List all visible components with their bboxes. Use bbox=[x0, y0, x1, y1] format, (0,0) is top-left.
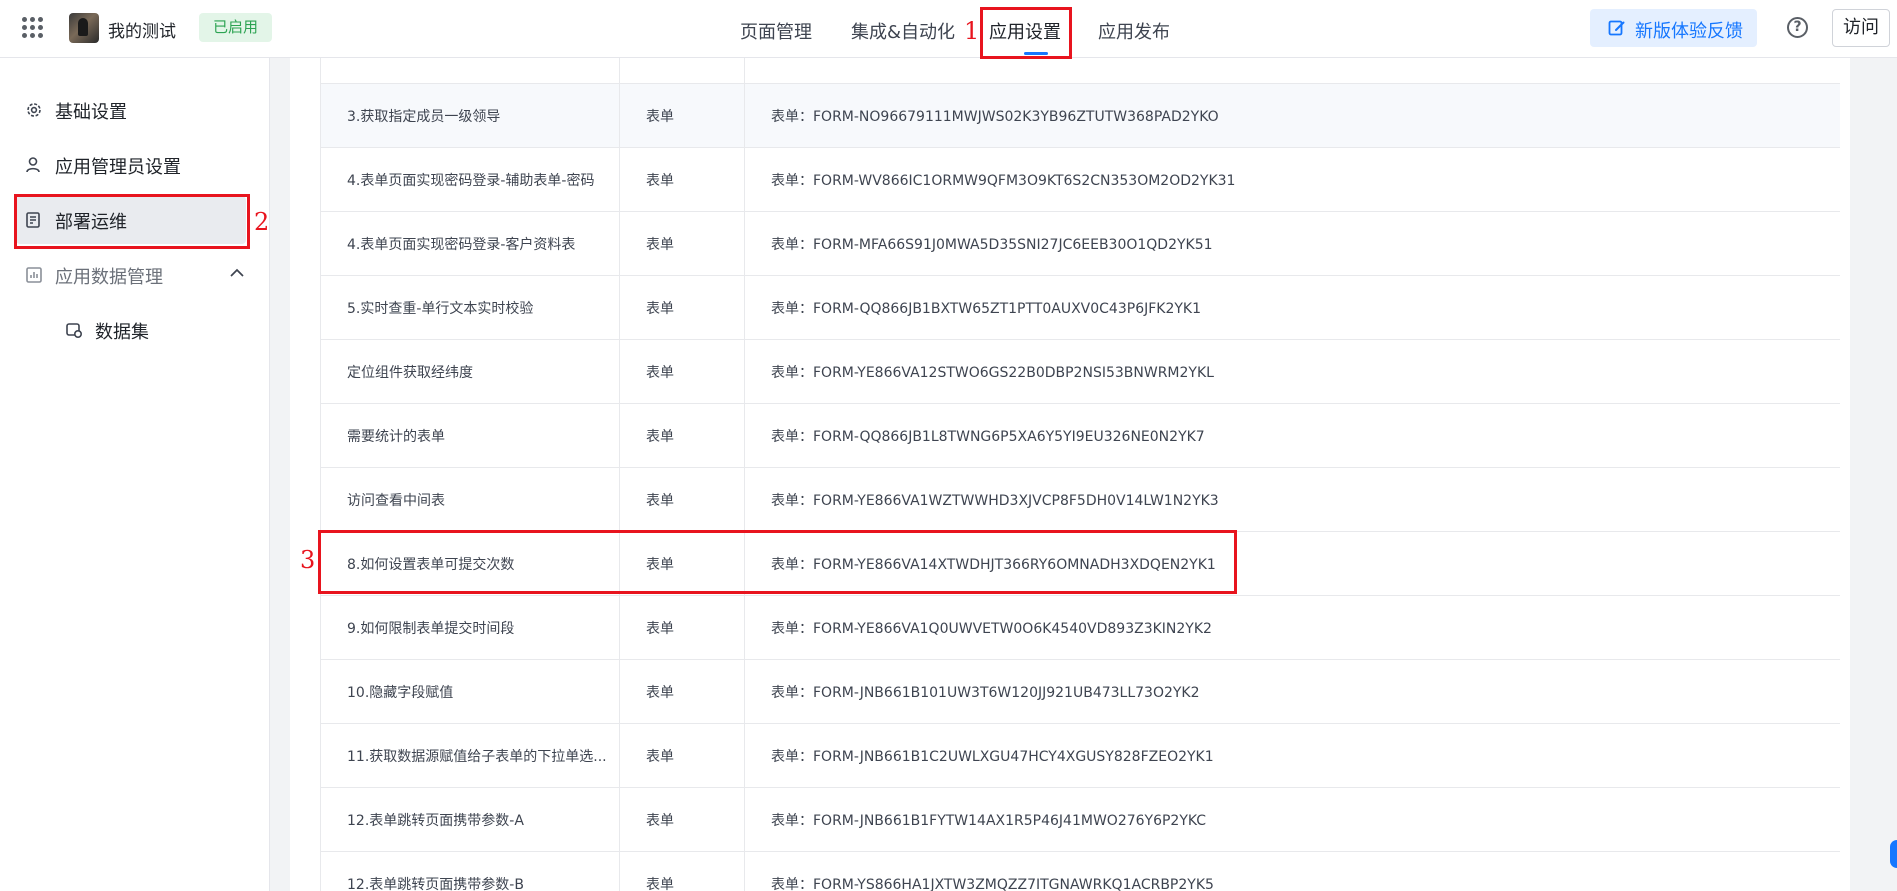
form-name-cell: 定位组件获取经纬度 bbox=[347, 365, 473, 381]
edit-icon bbox=[1608, 20, 1625, 36]
gear-icon bbox=[27, 103, 41, 117]
chevron-up-icon[interactable] bbox=[229, 268, 245, 278]
table-row[interactable]: 访问查看中间表 表单 表单：FORM-YE866VA1WZTWWHD3XJVCP8F… bbox=[320, 468, 1840, 532]
table-row[interactable]: 8.如何设置表单可提交次数 表单 表单：FORM-YE866VA14XTWDHJT3… bbox=[320, 532, 1840, 596]
form-name-cell: 12.表单跳转页面携带参数-A bbox=[347, 813, 524, 829]
form-type-cell: 表单 bbox=[646, 813, 674, 829]
app-grid-icon[interactable] bbox=[22, 17, 44, 39]
table-row[interactable]: 3.获取指定成员一级领导 表单 表单：FORM-NO96679111MWJWS02K… bbox=[320, 84, 1840, 148]
table-row[interactable]: 10.隐藏字段赋值 表单 表单：FORM-JNB661B101UW3T6W120JJ… bbox=[320, 660, 1840, 724]
dataset-icon bbox=[66, 323, 83, 339]
sidebar: 基础设置 应用管理员设置 部署运维 应用数据管理 数据集 bbox=[0, 58, 270, 891]
form-name-cell: 访问查看中间表 bbox=[347, 493, 445, 509]
form-type-cell: 表单 bbox=[646, 173, 674, 189]
table-row[interactable]: 5.实时查重-单行文本实时校验 表单 表单：FORM-QQ866JB1BXTW65Z… bbox=[320, 276, 1840, 340]
table-row[interactable]: 12.表单跳转页面携带参数-A 表单 表单：FORM-JNB661B1FYTW14A… bbox=[320, 788, 1840, 852]
form-name-cell: 4.表单页面实现密码登录-辅助表单-密码 bbox=[347, 173, 595, 189]
sidebar-item-label: 数据集 bbox=[95, 322, 149, 343]
form-type-cell: 表单 bbox=[646, 749, 674, 765]
sidebar-item-admin-settings[interactable]: 应用管理员设置 bbox=[16, 141, 246, 189]
form-name-cell: 12.表单跳转页面携带参数-B bbox=[347, 877, 524, 891]
sidebar-item-label: 基础设置 bbox=[55, 102, 127, 123]
form-code-cell: 表单：FORM-QQ866JB1L8TWNG6P5XA6Y5YI9EU326NE… bbox=[771, 429, 1205, 445]
form-code-cell: 表单：FORM-YE866VA1Q0UWVETW0O6K4540VD893Z3K… bbox=[771, 621, 1212, 637]
table-row[interactable]: 9.如何限制表单提交时间段 表单 表单：FORM-YE866VA1Q0UWVETW0… bbox=[320, 596, 1840, 660]
float-widget[interactable] bbox=[1890, 840, 1897, 868]
form-code-cell: 表单：FORM-JNB661B1C2UWLXGU47HCY4XGUSY828FZ… bbox=[771, 749, 1214, 765]
sidebar-item-deploy-ops[interactable]: 部署运维 bbox=[16, 196, 246, 244]
tab-integration-automation[interactable]: 集成&自动化 bbox=[851, 18, 955, 44]
form-type-cell: 表单 bbox=[646, 557, 674, 573]
sidebar-item-label: 应用管理员设置 bbox=[55, 157, 181, 178]
form-type-cell: 表单 bbox=[646, 365, 674, 381]
app-name: 我的测试 bbox=[108, 22, 176, 42]
form-name-cell: 8.如何设置表单可提交次数 bbox=[347, 557, 515, 573]
form-code-cell: 表单：FORM-WV866IC1ORMW9QFM3O9KT6S2CN353OM2… bbox=[771, 173, 1236, 189]
table-row-partial bbox=[320, 58, 1840, 84]
main-content: 3.获取指定成员一级领导 表单 表单：FORM-NO96679111MWJWS02K… bbox=[290, 58, 1850, 891]
data-icon bbox=[26, 267, 42, 283]
table-row[interactable]: 4.表单页面实现密码登录-辅助表单-密码 表单 表单：FORM-WV866IC1OR… bbox=[320, 148, 1840, 212]
sidebar-item-basic-settings[interactable]: 基础设置 bbox=[16, 86, 246, 134]
form-name-cell: 需要统计的表单 bbox=[347, 429, 445, 445]
form-code-cell: 表单：FORM-JNB661B101UW3T6W120JJ921UB473LL7… bbox=[771, 685, 1200, 701]
help-icon[interactable]: ? bbox=[1787, 17, 1808, 38]
active-tab-indicator bbox=[1024, 52, 1048, 55]
form-type-cell: 表单 bbox=[646, 877, 674, 891]
form-name-cell: 4.表单页面实现密码登录-客户资料表 bbox=[347, 237, 576, 253]
table-row[interactable]: 4.表单页面实现密码登录-客户资料表 表单 表单：FORM-MFA66S91J0MW… bbox=[320, 212, 1840, 276]
form-type-cell: 表单 bbox=[646, 621, 674, 637]
table-row[interactable]: 定位组件获取经纬度 表单 表单：FORM-YE866VA12STWO6GS22B0D… bbox=[320, 340, 1840, 404]
table-row[interactable]: 需要统计的表单 表单 表单：FORM-QQ866JB1L8TWNG6P5XA6Y5Y… bbox=[320, 404, 1840, 468]
form-code-cell: 表单：FORM-YE866VA12STWO6GS22B0DBP2NSI53BNW… bbox=[771, 365, 1214, 381]
form-type-cell: 表单 bbox=[646, 685, 674, 701]
form-type-cell: 表单 bbox=[646, 429, 674, 445]
form-code-cell: 表单：FORM-NO96679111MWJWS02K3YB96ZTUTW368P… bbox=[771, 109, 1219, 125]
table-row[interactable]: 12.表单跳转页面携带参数-B 表单 表单：FORM-YS866HA1JXTW3ZM… bbox=[320, 852, 1840, 891]
app-avatar bbox=[69, 13, 99, 43]
form-name-cell: 5.实时查重-单行文本实时校验 bbox=[347, 301, 534, 317]
sidebar-item-dataset[interactable]: 数据集 bbox=[62, 310, 242, 350]
deploy-icon bbox=[26, 212, 40, 228]
table-row[interactable]: 11.获取数据源赋值给子表单的下拉单选... 表单 表单：FORM-JNB661B1… bbox=[320, 724, 1840, 788]
form-type-cell: 表单 bbox=[646, 237, 674, 253]
sidebar-item-label: 应用数据管理 bbox=[55, 267, 163, 288]
form-type-cell: 表单 bbox=[646, 301, 674, 317]
form-name-cell: 11.获取数据源赋值给子表单的下拉单选... bbox=[347, 749, 607, 765]
form-code-cell: 表单：FORM-YE866VA14XTWDHJT366RY6OMNADH3XDQ… bbox=[771, 557, 1216, 573]
form-code-cell: 表单：FORM-YE866VA1WZTWWHD3XJVCP8F5DH0V14LW… bbox=[771, 493, 1219, 509]
tab-page-management[interactable]: 页面管理 bbox=[740, 18, 812, 44]
visit-button[interactable]: 访问 bbox=[1832, 9, 1890, 47]
user-icon bbox=[26, 157, 40, 173]
tab-app-publish[interactable]: 应用发布 bbox=[1098, 18, 1170, 44]
feedback-button[interactable]: 新版体验反馈 bbox=[1590, 9, 1757, 47]
status-badge: 已启用 bbox=[199, 13, 273, 42]
sidebar-item-app-data[interactable]: 应用数据管理 bbox=[16, 251, 246, 299]
sidebar-item-label: 部署运维 bbox=[55, 212, 127, 233]
tab-app-settings[interactable]: 应用设置 bbox=[989, 18, 1061, 44]
form-type-cell: 表单 bbox=[646, 493, 674, 509]
form-name-cell: 9.如何限制表单提交时间段 bbox=[347, 621, 515, 637]
form-name-cell: 10.隐藏字段赋值 bbox=[347, 685, 454, 701]
form-type-cell: 表单 bbox=[646, 109, 674, 125]
form-code-cell: 表单：FORM-JNB661B1FYTW14AX1R5P46J41MWO276Y… bbox=[771, 813, 1207, 829]
form-code-cell: 表单：FORM-QQ866JB1BXTW65ZT1PTT0AUXV0C43P6J… bbox=[771, 301, 1202, 317]
form-name-cell: 3.获取指定成员一级领导 bbox=[347, 109, 501, 125]
form-code-cell: 表单：FORM-YS866HA1JXTW3ZMQZZ7ITGNAWRKQ1ACR… bbox=[771, 877, 1214, 891]
top-header: 我的测试 已启用 页面管理 集成&自动化 应用设置 应用发布 新版体验反馈 ? … bbox=[0, 0, 1897, 58]
feedback-label: 新版体验反馈 bbox=[1635, 21, 1743, 42]
form-code-cell: 表单：FORM-MFA66S91J0MWA5D35SNI27JC6EEB30O1… bbox=[771, 237, 1213, 253]
